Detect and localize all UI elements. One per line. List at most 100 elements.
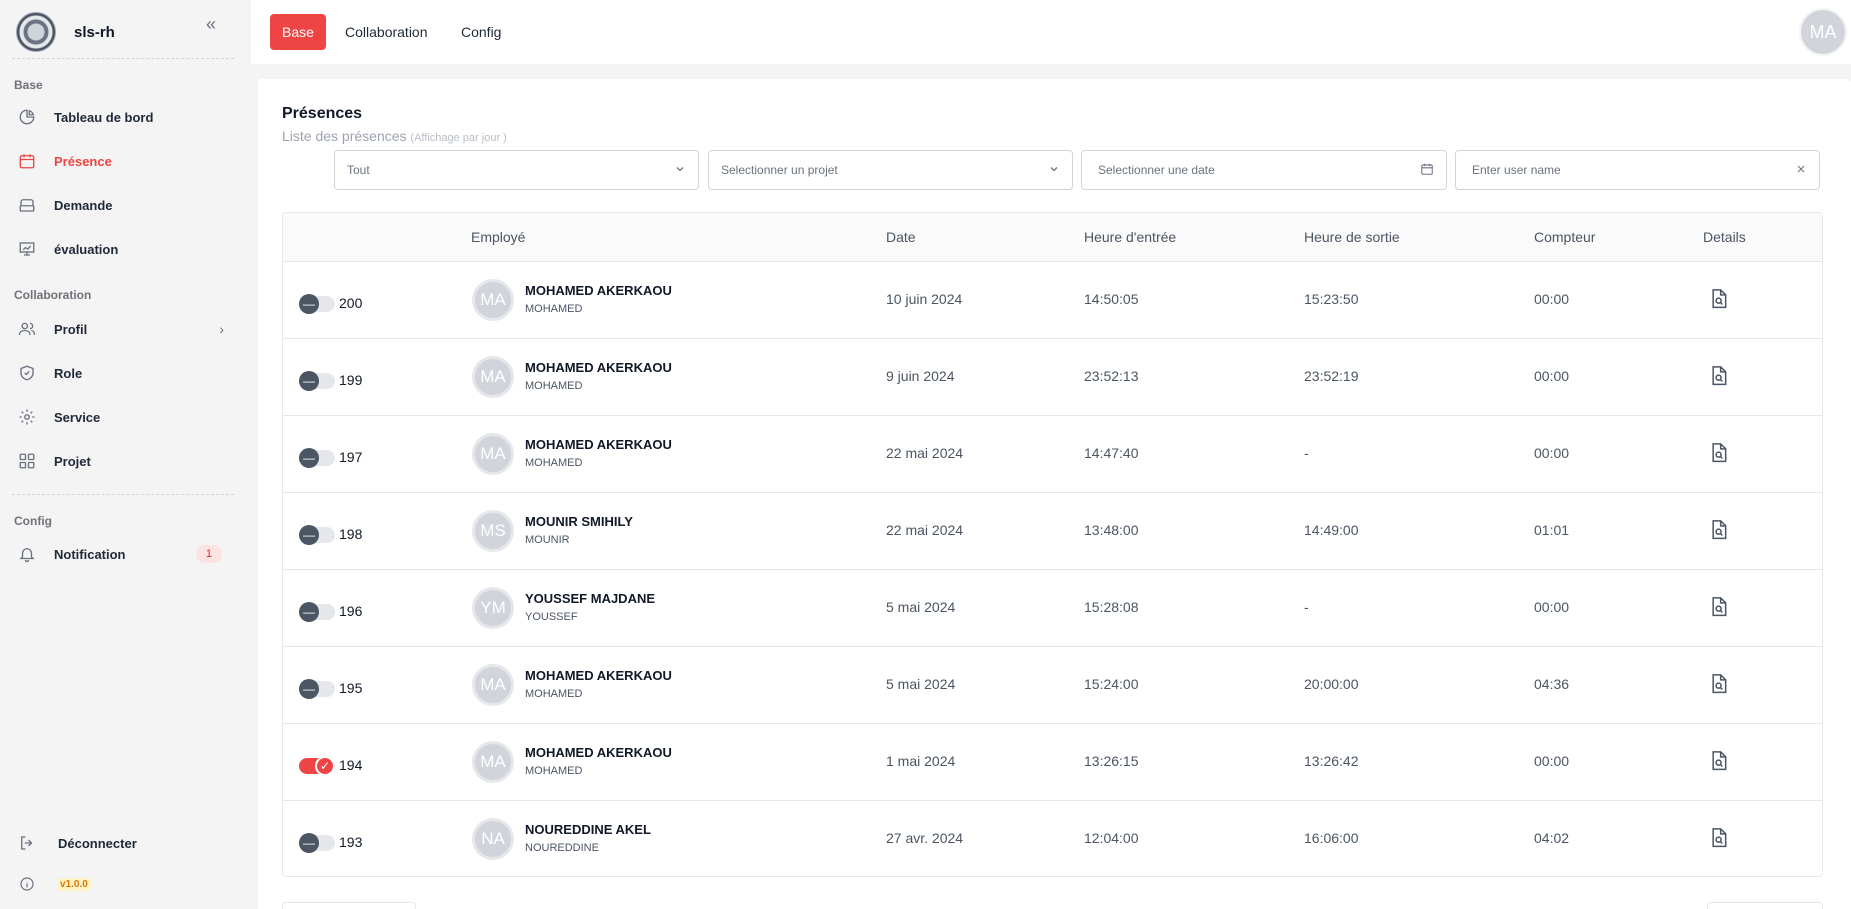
project-select-placeholder: Selectionner un projet — [721, 163, 838, 177]
date-picker-placeholder: Selectionner une date — [1098, 163, 1215, 177]
calendar-icon — [16, 150, 38, 172]
logout-button[interactable]: Déconnecter — [16, 827, 236, 859]
row-id: 194 — [339, 757, 363, 773]
table-row[interactable]: — 200 MA MOHAMED AKERKAOU MOHAMED 10 juin 202… — [283, 262, 1822, 339]
employee-name: MOHAMED AKERKAOU — [525, 668, 672, 683]
row-date: 10 juin 2024 — [886, 291, 963, 307]
tab-collaboration[interactable]: Collaboration — [333, 14, 440, 50]
table-row[interactable]: ✓ 194 MA MOHAMED AKERKAOU MOHAMED 1 mai 2024 1… — [283, 724, 1822, 801]
document-search-icon[interactable] — [1709, 442, 1731, 466]
section-title-collaboration: Collaboration — [14, 288, 92, 302]
pagination[interactable] — [1707, 902, 1823, 909]
table-row[interactable]: — 197 MA MOHAMED AKERKAOU MOHAMED 22 mai 2024… — [283, 416, 1822, 493]
row-compteur: 00:00 — [1534, 368, 1570, 384]
employee-name: MOHAMED AKERKAOU — [525, 360, 672, 375]
row-id: 197 — [339, 449, 363, 465]
presence-toggle[interactable]: — — [299, 448, 335, 468]
clear-icon[interactable] — [1795, 163, 1807, 178]
page-subtitle: Liste des présences (Affichage par jour … — [282, 128, 507, 144]
collapse-sidebar-icon[interactable]: « — [206, 14, 226, 34]
sidebar-item-service[interactable]: Service — [16, 401, 236, 433]
project-select[interactable]: Selectionner un projet — [708, 150, 1073, 190]
brand[interactable]: sls-rh — [16, 12, 115, 52]
status-select[interactable]: Tout — [334, 150, 699, 190]
row-date: 1 mai 2024 — [886, 753, 956, 769]
sidebar-item-profil[interactable]: Profil › — [16, 313, 236, 345]
logout-icon — [16, 832, 38, 854]
row-heure-entree: 13:48:00 — [1084, 522, 1139, 538]
sidebar-item-role[interactable]: Role — [16, 357, 236, 389]
document-search-icon[interactable] — [1709, 288, 1731, 312]
minus-icon: — — [299, 679, 319, 699]
tab-config[interactable]: Config — [449, 14, 513, 50]
document-search-icon[interactable] — [1709, 519, 1731, 543]
sidebar-item-evaluation[interactable]: évaluation — [16, 233, 236, 265]
employee-avatar: MA — [472, 664, 514, 706]
presence-toggle[interactable]: — — [299, 525, 335, 545]
employee-name: YOUSSEF MAJDANE — [525, 591, 656, 606]
logo — [16, 12, 56, 52]
chevron-down-icon — [1048, 163, 1060, 178]
col-employe[interactable]: Employé — [471, 229, 525, 245]
row-compteur: 00:00 — [1534, 291, 1570, 307]
sidebar-item-demande[interactable]: Demande — [16, 189, 236, 221]
sidebar-item-label: évaluation — [54, 241, 119, 257]
presence-toggle[interactable]: — — [299, 833, 335, 853]
presence-toggle[interactable]: ✓ — [299, 756, 335, 776]
employee-avatar: MA — [472, 433, 514, 475]
check-icon: ✓ — [315, 756, 335, 776]
col-date[interactable]: Date — [886, 229, 916, 245]
col-heure-entree[interactable]: Heure d'entrée — [1084, 229, 1176, 245]
col-heure-sortie[interactable]: Heure de sortie — [1304, 229, 1400, 245]
page-title: Présences — [282, 105, 363, 122]
sidebar-item-presence[interactable]: Présence — [16, 145, 236, 177]
document-search-icon[interactable] — [1709, 827, 1731, 851]
employee-first-name: MOHAMED — [525, 303, 583, 315]
employee-avatar: MA — [472, 741, 514, 783]
sidebar-item-notification[interactable]: Notification 1 — [16, 538, 236, 570]
employee-avatar: MS — [472, 510, 514, 552]
document-search-icon[interactable] — [1709, 365, 1731, 389]
table-row[interactable]: — 199 MA MOHAMED AKERKAOU MOHAMED 9 juin 2024… — [283, 339, 1822, 416]
row-id: 195 — [339, 680, 363, 696]
sidebar-item-tableau-de-bord[interactable]: Tableau de bord — [16, 101, 236, 133]
document-search-icon[interactable] — [1709, 596, 1731, 620]
row-heure-sortie: 15:23:50 — [1304, 291, 1359, 307]
row-compteur: 00:00 — [1534, 753, 1570, 769]
row-heure-sortie: - — [1304, 599, 1309, 615]
sidebar-item-label: Notification — [54, 546, 126, 562]
employee-first-name: MOHAMED — [525, 688, 583, 700]
row-heure-sortie: 23:52:19 — [1304, 368, 1359, 384]
user-search-input[interactable]: Enter user name — [1455, 150, 1820, 190]
logout-label: Déconnecter — [58, 835, 137, 851]
document-search-icon[interactable] — [1709, 673, 1731, 697]
employee-avatar: YM — [472, 587, 514, 629]
tab-base[interactable]: Base — [270, 14, 326, 50]
presence-toggle[interactable]: — — [299, 679, 335, 699]
sidebar: sls-rh « Base Tableau de bord Présence D… — [0, 0, 251, 909]
date-picker[interactable]: Selectionner une date — [1081, 150, 1447, 190]
row-compteur: 04:36 — [1534, 676, 1570, 692]
row-id: 199 — [339, 372, 363, 388]
page-size-select[interactable] — [282, 902, 416, 909]
table-row[interactable]: — 195 MA MOHAMED AKERKAOU MOHAMED 5 mai 2024 1… — [283, 647, 1822, 724]
status-select-value: Tout — [347, 163, 370, 177]
row-heure-sortie: 20:00:00 — [1304, 676, 1359, 692]
employee-name: MOHAMED AKERKAOU — [525, 283, 672, 298]
user-search-placeholder: Enter user name — [1472, 163, 1561, 177]
document-search-icon[interactable] — [1709, 750, 1731, 774]
row-date: 27 avr. 2024 — [886, 830, 964, 846]
info-button[interactable] — [16, 868, 56, 900]
table-row[interactable]: — 198 MS MOUNIR SMIHILY MOUNIR 22 mai 2024 13:… — [283, 493, 1822, 570]
table-row[interactable]: — 196 YM YOUSSEF MAJDANE YOUSSEF 5 mai 2024 15… — [283, 570, 1822, 647]
col-compteur[interactable]: Compteur — [1534, 229, 1595, 245]
user-avatar[interactable]: MA — [1799, 8, 1847, 56]
presence-toggle[interactable]: — — [299, 371, 335, 391]
sidebar-item-label: Tableau de bord — [54, 109, 154, 125]
sidebar-item-projet[interactable]: Projet — [16, 445, 236, 477]
presence-toggle[interactable]: — — [299, 602, 335, 622]
table-row[interactable]: — 193 NA NOUREDDINE AKEL NOUREDDINE 27 avr. 2… — [283, 801, 1822, 876]
shield-icon — [16, 362, 38, 384]
presence-toggle[interactable]: — — [299, 294, 335, 314]
employee-first-name: NOUREDDINE — [525, 842, 599, 854]
